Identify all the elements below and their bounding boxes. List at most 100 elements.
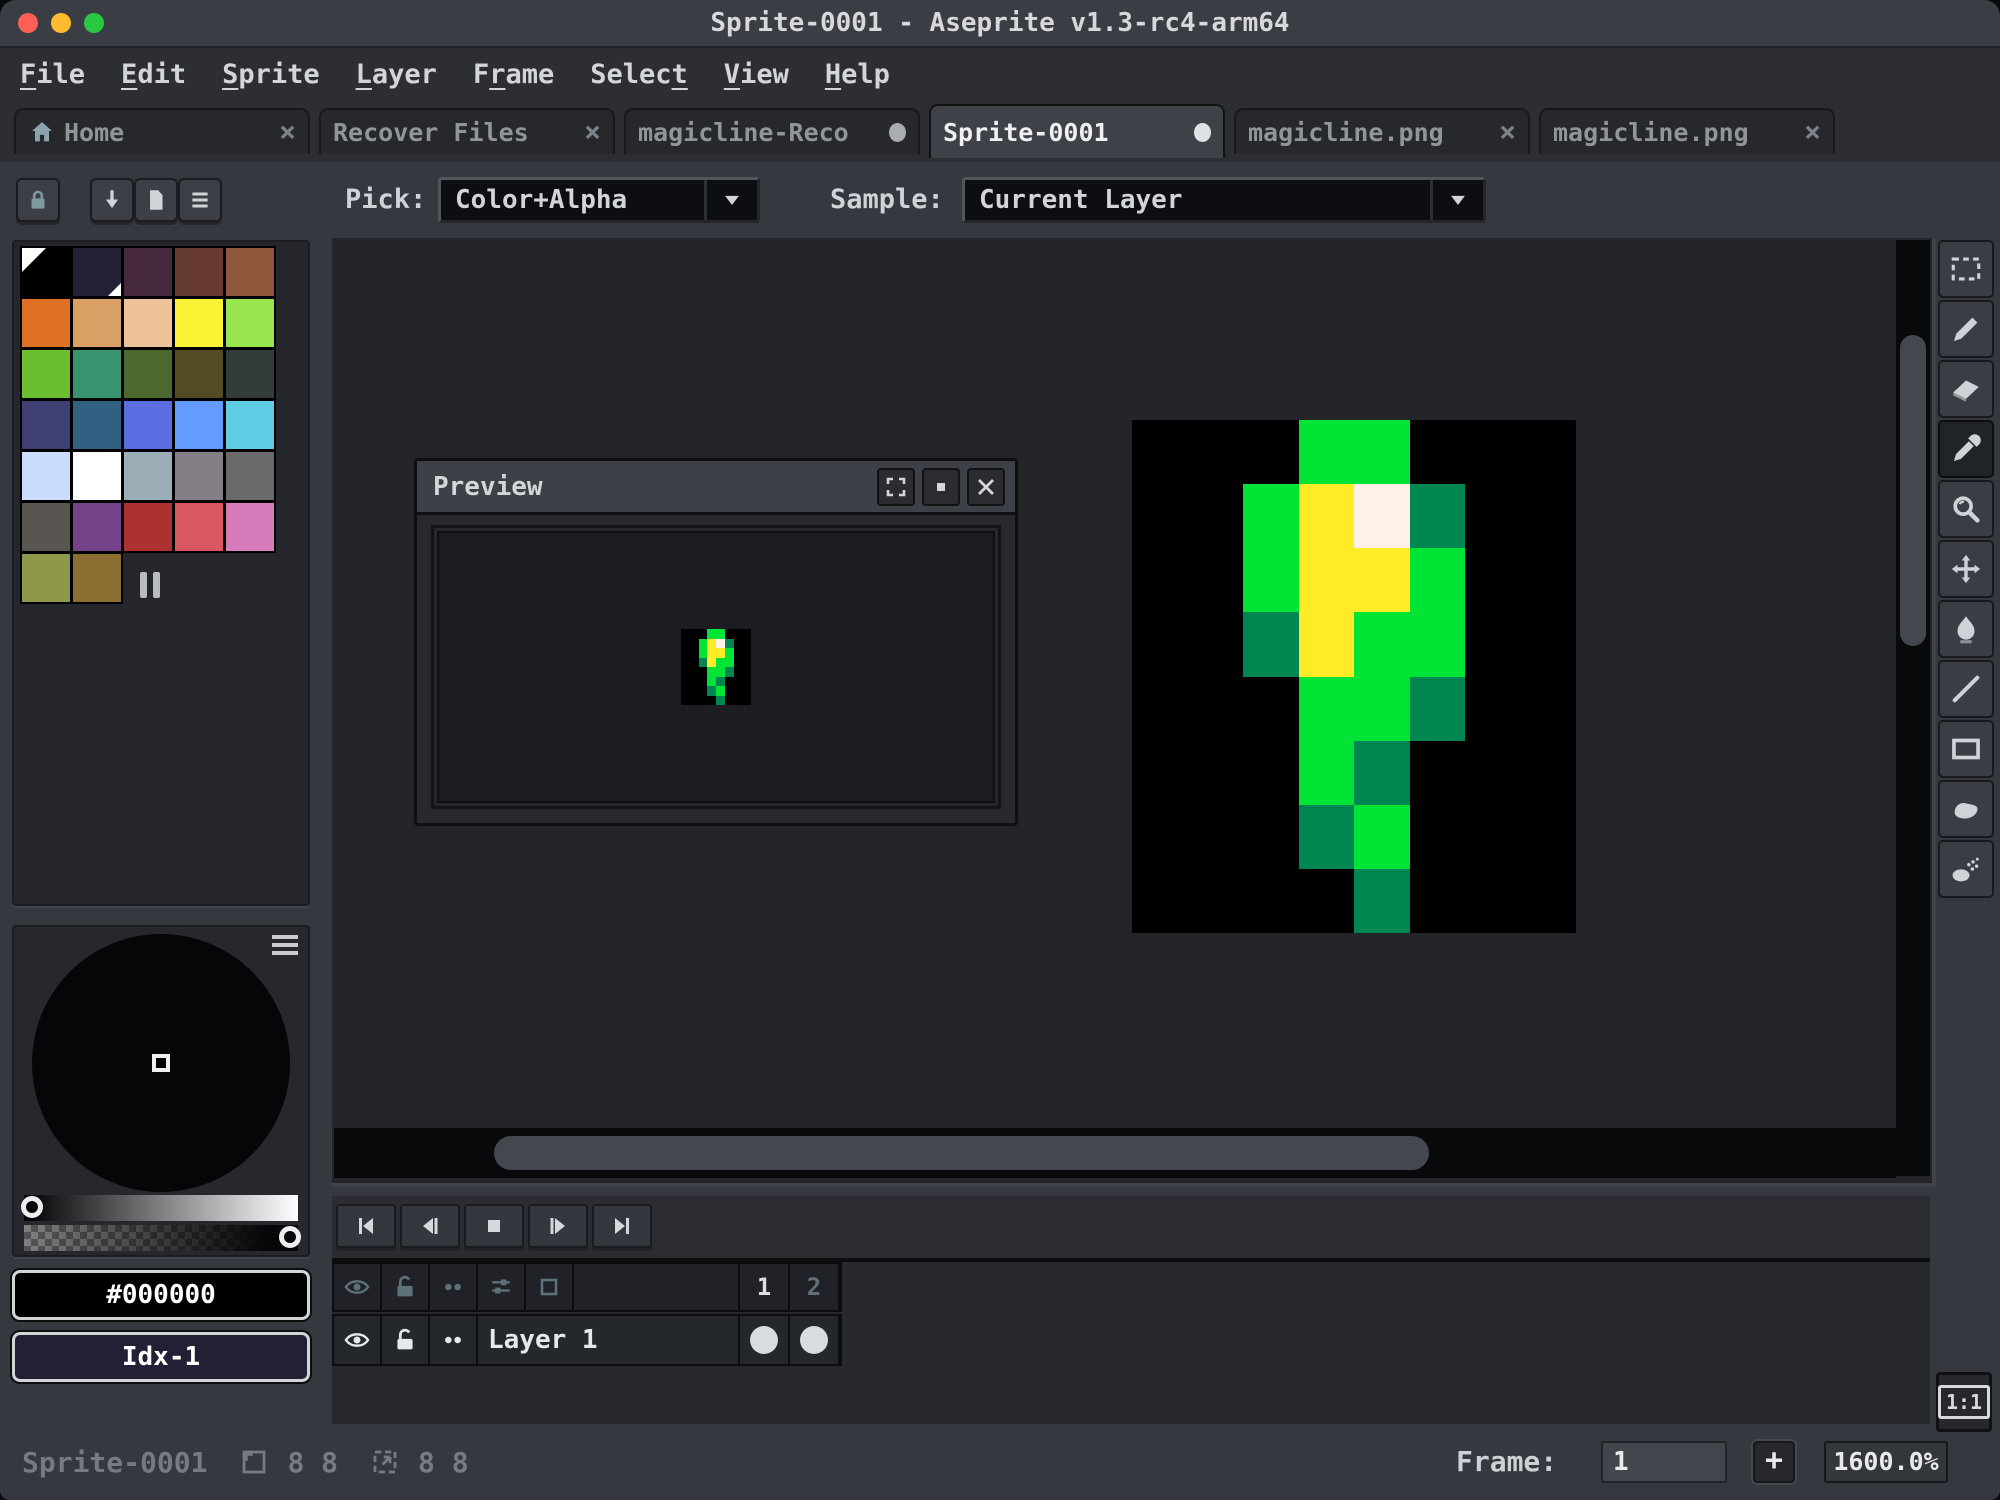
preview-title-bar[interactable]: Preview [417,461,1015,515]
pixel-7-3[interactable] [1520,612,1576,677]
pixel-4-3[interactable] [1354,612,1410,677]
pixel-0-3[interactable] [1132,612,1188,677]
sprite-canvas[interactable] [1132,420,1576,933]
pixel-1-3[interactable] [1187,612,1243,677]
palette-swatch-30[interactable] [22,554,70,602]
layer-continuous-toggle[interactable] [430,1316,476,1364]
pixel-4-1[interactable] [1354,484,1410,549]
vertical-scrollbar-thumb[interactable] [1900,335,1926,646]
pixel-0-4[interactable] [1132,676,1188,741]
download-button[interactable] [90,178,134,222]
preview-center-button[interactable] [922,467,960,506]
palette-swatch-3[interactable] [175,248,223,296]
paint-bucket-tool[interactable] [1938,600,1994,658]
vertical-scrollbar[interactable] [1896,240,1930,1176]
palette-swatch-28[interactable] [175,503,223,551]
pixel-1-2[interactable] [1187,548,1243,613]
menu-item-layer[interactable]: Layer [356,59,437,90]
frame-header-1[interactable]: 1 [740,1264,788,1310]
menu-item-file[interactable]: File [20,59,85,90]
palette-swatch-7[interactable] [124,299,172,347]
pick-dropdown[interactable]: Color+Alpha [438,177,760,223]
palette-swatch-27[interactable] [124,503,172,551]
frame-number-input[interactable]: 1 [1601,1441,1727,1483]
menu-item-edit[interactable]: Edit [121,59,186,90]
alpha-slider-marker[interactable] [279,1226,301,1248]
menu-item-sprite[interactable]: Sprite [222,59,320,90]
tab-sprite-0001[interactable]: Sprite-0001 [929,104,1225,158]
pixel-1-1[interactable] [1187,484,1243,549]
palette-swatch-21[interactable] [73,452,121,500]
pixel-7-4[interactable] [1520,676,1576,741]
pixel-ratio-button[interactable]: 1:1 [1936,1372,1992,1432]
pixel-2-5[interactable] [1243,740,1299,805]
palette-swatch-15[interactable] [22,401,70,449]
eyedropper-tool[interactable] [1938,420,1994,478]
close-icon[interactable]: × [1804,118,1821,146]
next-frame-button[interactable] [528,1204,588,1248]
pixel-0-7[interactable] [1132,868,1188,933]
pencil-tool[interactable] [1938,300,1994,358]
pixel-6-1[interactable] [1465,484,1521,549]
sample-dropdown[interactable]: Current Layer [962,177,1486,223]
pixel-4-4[interactable] [1354,676,1410,741]
pixel-0-1[interactable] [1132,484,1188,549]
palette-swatch-11[interactable] [73,350,121,398]
menu-item-view[interactable]: View [724,59,789,90]
palette-swatch-5[interactable] [22,299,70,347]
close-icon[interactable]: × [279,118,296,146]
palette-swatch-26[interactable] [73,503,121,551]
add-frame-button[interactable]: + [1753,1441,1795,1483]
pixel-2-6[interactable] [1243,804,1299,869]
palette-swatch-18[interactable] [175,401,223,449]
preview-close-button[interactable] [967,467,1005,506]
palette-swatch-8[interactable] [175,299,223,347]
cel-layer1-frame1[interactable] [740,1316,788,1364]
pixel-7-6[interactable] [1520,804,1576,869]
all-layers-visibility-toggle[interactable] [334,1264,380,1310]
pixel-7-2[interactable] [1520,548,1576,613]
value-slider-marker[interactable] [21,1196,43,1218]
document-button[interactable] [134,178,178,222]
rectangular-marquee-tool[interactable] [1938,240,1994,298]
palette-swatch-29[interactable] [226,503,274,551]
chevron-down-icon[interactable] [1430,180,1483,220]
tab-magicline-reco[interactable]: magicline-Reco [624,108,920,154]
pixel-4-2[interactable] [1354,548,1410,613]
pixel-6-3[interactable] [1465,612,1521,677]
pixel-5-4[interactable] [1409,676,1465,741]
sprite-editor[interactable]: Preview [332,238,1936,1187]
palette-swatch-9[interactable] [226,299,274,347]
pixel-2-0[interactable] [1243,420,1299,485]
onion-skin-toggle[interactable] [526,1264,572,1310]
chevron-down-icon[interactable] [704,180,757,220]
pixel-2-3[interactable] [1243,612,1299,677]
pixel-6-2[interactable] [1465,548,1521,613]
pixel-0-2[interactable] [1132,548,1188,613]
palette-swatch-25[interactable] [22,503,70,551]
pixel-3-5[interactable] [1298,740,1354,805]
menu-item-help[interactable]: Help [825,59,890,90]
rectangle-tool[interactable] [1938,720,1994,778]
zoom-level-field[interactable]: 1600.0% [1824,1441,1948,1483]
pixel-5-0[interactable] [1409,420,1465,485]
color-wheel[interactable] [32,934,290,1192]
value-slider[interactable] [21,1195,298,1221]
palette-swatch-19[interactable] [226,401,274,449]
frame-header-2[interactable]: 2 [790,1264,838,1310]
pixel-6-5[interactable] [1465,740,1521,805]
go-to-last-frame-button[interactable] [592,1204,652,1248]
pixel-1-7[interactable] [1187,868,1243,933]
previous-frame-button[interactable] [400,1204,460,1248]
pixel-4-0[interactable] [1354,420,1410,485]
hex-color-field[interactable]: #000000 [12,1270,310,1320]
pixel-3-1[interactable] [1298,484,1354,549]
spray-tool[interactable] [1938,840,1994,898]
palette-swatch-10[interactable] [22,350,70,398]
layer-visibility-toggle[interactable] [334,1316,380,1364]
tab-recover-files[interactable]: Recover Files × [319,108,615,154]
pixel-7-1[interactable] [1520,484,1576,549]
pixel-5-2[interactable] [1409,548,1465,613]
palette-index-field[interactable]: Idx-1 [12,1332,310,1382]
tab-magicline-png[interactable]: magicline.png × [1234,108,1530,154]
